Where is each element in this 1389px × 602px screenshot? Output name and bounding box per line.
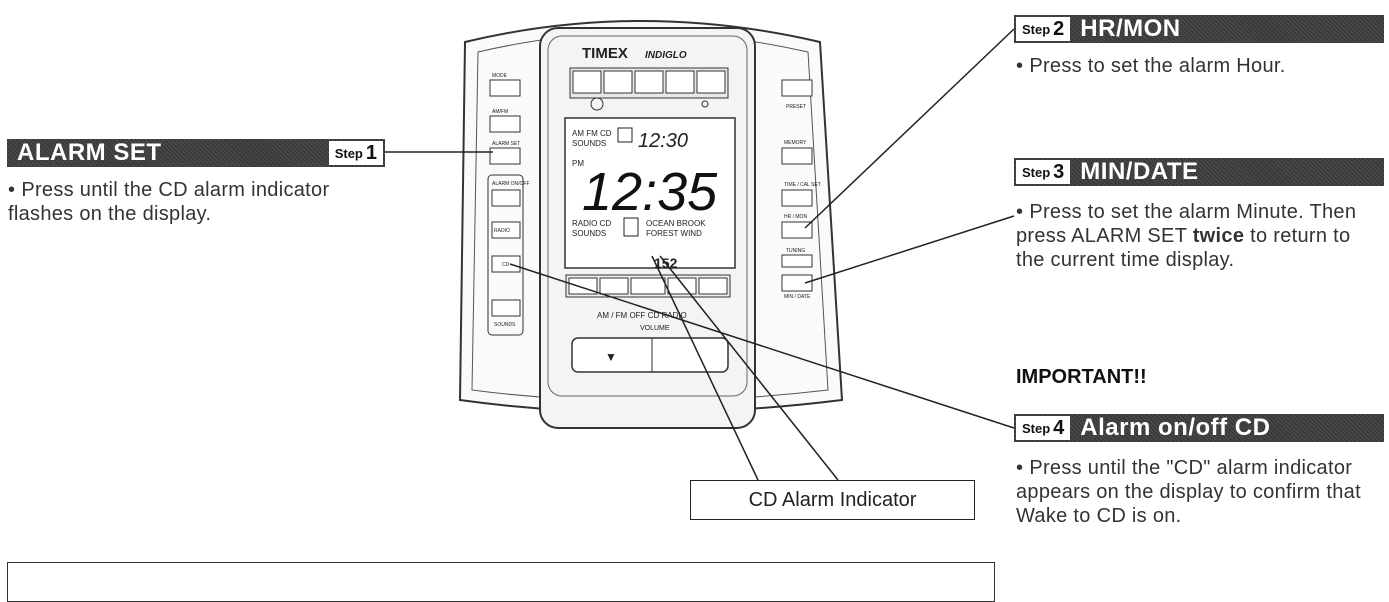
min-date-button[interactable] — [781, 274, 813, 292]
svg-text:SOUNDS: SOUNDS — [572, 139, 606, 148]
step3-title: MIN/DATE — [1080, 158, 1199, 185]
center-button[interactable] — [630, 277, 666, 295]
mode-button[interactable] — [489, 79, 521, 97]
brook-button[interactable] — [599, 277, 629, 295]
svg-text:AM / FM OFF CD RADIO: AM / FM OFF CD RADIO — [597, 311, 687, 320]
forest-button[interactable] — [667, 277, 697, 295]
alarm-onoff-button[interactable] — [491, 189, 521, 207]
svg-text:RADIO CD: RADIO CD — [572, 219, 611, 228]
memory-button[interactable] — [781, 147, 813, 165]
step3-tag: Step 3 — [1016, 160, 1071, 184]
svg-text:FOREST WIND: FOREST WIND — [646, 229, 702, 238]
step2-tag: Step 2 — [1016, 17, 1071, 41]
alarm-set-title: ALARM SET — [17, 139, 162, 166]
svg-text:RADIO: RADIO — [494, 228, 510, 234]
skip-forward-button[interactable] — [665, 70, 695, 94]
step2-header: Step 2 HR/MON — [1014, 15, 1384, 43]
svg-text:HR / MON: HR / MON — [784, 214, 807, 220]
volume-down-icon: ▼ — [605, 350, 617, 364]
time-cal-button[interactable] — [781, 189, 813, 207]
svg-text:ALARM SET: ALARM SET — [492, 141, 520, 147]
step2-title: HR/MON — [1080, 15, 1181, 42]
hr-mon-button[interactable] — [781, 221, 813, 239]
svg-text:AM/FM: AM/FM — [492, 109, 508, 115]
svg-text:OCEAN BROOK: OCEAN BROOK — [646, 219, 706, 228]
svg-text:ALARM ON/OFF: ALARM ON/OFF — [492, 181, 530, 187]
step4-desc: • Press until the "CD" alarm indicator ap… — [1016, 457, 1361, 527]
brand-logo: TIMEX — [582, 45, 628, 62]
svg-text:CD: CD — [502, 262, 510, 268]
wind-button[interactable] — [698, 277, 728, 295]
svg-text:INDIGLO: INDIGLO — [645, 50, 687, 61]
small-time: 12:30 — [638, 130, 688, 152]
important-label: IMPORTANT!! — [1016, 366, 1147, 388]
step3-desc: • Press to set the alarm Minute. Then pre… — [1016, 201, 1357, 271]
svg-text:PRESET: PRESET — [786, 104, 806, 110]
open-close-button[interactable] — [572, 70, 602, 94]
step4-tag: Step 4 — [1016, 416, 1071, 440]
svg-text:MIN / DATE: MIN / DATE — [784, 294, 811, 300]
step4-header: Step 4 Alarm on/off CD — [1014, 414, 1384, 442]
alarm-set-header: ALARM SET Step 1 — [7, 139, 385, 167]
svg-text:TIME / CAL SET: TIME / CAL SET — [784, 182, 821, 188]
step3-header: Step 3 MIN/DATE — [1014, 158, 1384, 186]
amfm-button[interactable] — [489, 115, 521, 133]
note-box — [7, 562, 995, 602]
svg-text:MEMORY: MEMORY — [784, 140, 807, 146]
svg-text:TUNING: TUNING — [786, 248, 805, 254]
step4-title: Alarm on/off CD — [1080, 414, 1271, 441]
svg-text:AM FM CD: AM FM CD — [572, 129, 612, 138]
stop-button[interactable] — [603, 70, 633, 94]
svg-text:SOUNDS: SOUNDS — [572, 229, 606, 238]
svg-text:SOUNDS: SOUNDS — [494, 322, 516, 328]
svg-text:MODE: MODE — [492, 73, 508, 79]
alarm-set-button[interactable] — [489, 147, 521, 165]
skip-back-button[interactable] — [634, 70, 664, 94]
preset-button[interactable] — [781, 79, 813, 97]
play-pause-button[interactable] — [696, 70, 726, 94]
step2-desc: • Press to set the alarm Hour. — [1016, 55, 1286, 77]
big-time: 12:35 — [582, 162, 718, 222]
alarm-set-desc: • Press until the CD alarm indicator flas… — [8, 179, 330, 225]
sounds-button[interactable] — [491, 299, 521, 317]
tuning-button[interactable] — [781, 254, 813, 268]
step1-tag: Step 1 — [328, 141, 383, 165]
svg-text:VOLUME: VOLUME — [640, 325, 670, 332]
cd-alarm-indicator-callout: CD Alarm Indicator — [690, 480, 975, 520]
